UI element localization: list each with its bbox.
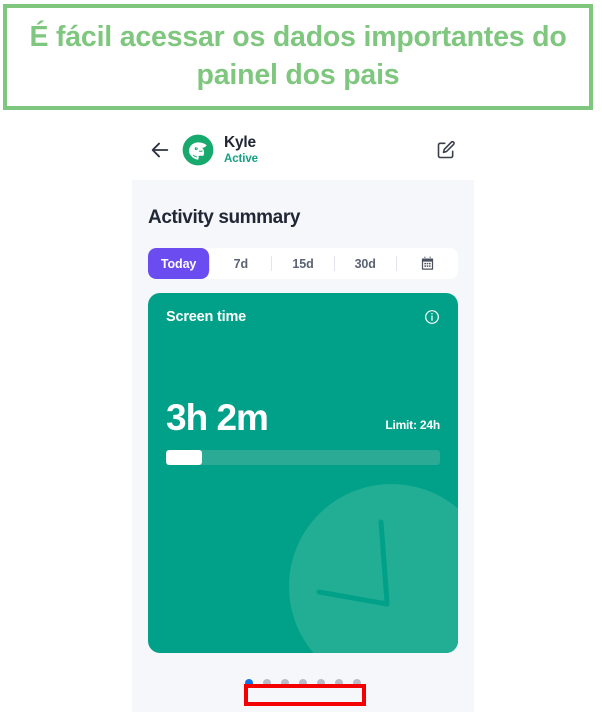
child-name: Kyle (224, 134, 256, 151)
back-arrow-icon[interactable] (149, 139, 171, 161)
tab-7d-label: 7d (233, 256, 248, 271)
screen-time-progress-bar (166, 450, 440, 465)
tab-15d[interactable]: 15d (272, 248, 333, 279)
annotation-banner-text: É fácil acessar os dados importantes do … (29, 21, 567, 91)
screen-time-metrics: 3h 2m Limit: 24h (148, 399, 458, 436)
info-circle-icon[interactable] (424, 309, 440, 325)
tab-30d[interactable]: 30d (335, 248, 396, 279)
carousel-pagination (148, 675, 458, 691)
edit-pencil-icon[interactable] (436, 140, 456, 160)
period-tabbar: Today 7d 15d 30d (148, 248, 458, 279)
page-title: Activity summary (148, 207, 301, 228)
screen-time-card[interactable]: Screen time 3h 2m Limit: 24h (148, 293, 458, 653)
child-identity: Kyle Active (224, 135, 258, 165)
tab-15d-label: 15d (292, 256, 314, 271)
app-body: Activity summary Today 7d 15d 30d Screen… (132, 180, 474, 691)
screen-time-progress-fill (166, 450, 202, 465)
screen-time-card-header: Screen time (148, 293, 458, 325)
app-header: Kyle Active (132, 120, 474, 180)
carousel-dot-5[interactable] (317, 679, 325, 687)
tab-today-label: Today (160, 256, 197, 271)
screen-time-limit: Limit: 24h (385, 418, 440, 432)
clock-icon (289, 484, 458, 653)
tab-7d[interactable]: 7d (210, 248, 271, 279)
carousel-dot-1[interactable] (245, 679, 253, 687)
carousel-dot-6[interactable] (335, 679, 343, 687)
carousel-dot-7[interactable] (353, 679, 361, 687)
tab-today[interactable]: Today (148, 248, 210, 279)
carousel-dot-3[interactable] (281, 679, 289, 687)
annotation-banner: É fácil acessar os dados importantes do … (3, 4, 593, 110)
tab-30d-label: 30d (354, 256, 376, 271)
screen-time-value: 3h 2m (166, 397, 269, 438)
carousel-dot-4[interactable] (299, 679, 307, 687)
calendar-icon[interactable] (397, 256, 458, 271)
phone-screen: Kyle Active Activity summary Today 7d 15… (132, 120, 474, 712)
child-status: Active (224, 152, 258, 165)
child-avatar-whale-icon[interactable] (181, 133, 215, 167)
carousel-dot-2[interactable] (263, 679, 271, 687)
screen-time-title: Screen time (166, 309, 247, 325)
